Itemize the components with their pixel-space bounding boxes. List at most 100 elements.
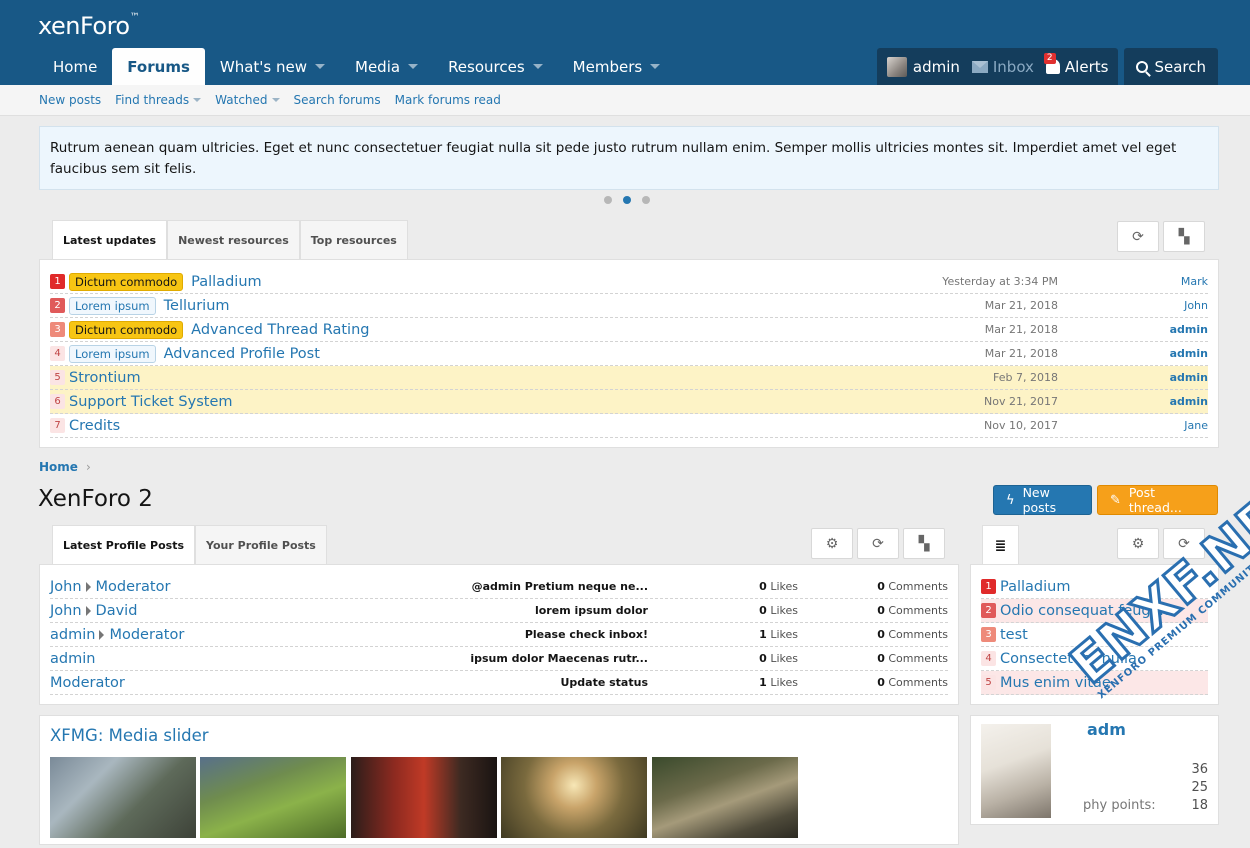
resource-author-link[interactable]: John (1184, 299, 1208, 312)
profile-post-author-link[interactable]: John (50, 579, 82, 595)
refresh-button[interactable]: ⟳ (857, 528, 899, 559)
breadcrumb-home[interactable]: Home (39, 460, 78, 474)
nav-tab-forums[interactable]: Forums (112, 48, 205, 85)
profile-post-message[interactable]: Update status (560, 676, 648, 689)
resource-title-link[interactable]: Palladium (191, 274, 261, 290)
resource-title-link[interactable]: Credits (69, 418, 120, 434)
nav-tab-resources[interactable]: Resources (433, 48, 558, 85)
resource-title-link[interactable]: Advanced Profile Post (164, 346, 320, 362)
resource-author-link[interactable]: Jane (1184, 419, 1208, 432)
profile-post-message[interactable]: Please check inbox! (525, 628, 648, 641)
resource-author-link[interactable]: admin (1170, 371, 1208, 384)
nav-tab-media[interactable]: Media (340, 48, 433, 85)
member-name[interactable]: adm (1087, 720, 1126, 739)
subnav-label: Search forums (293, 93, 381, 107)
prefix-label[interactable]: Lorem ipsum (69, 344, 156, 363)
resource-author-link[interactable]: admin (1170, 323, 1208, 336)
resource-title-link[interactable]: Tellurium (164, 298, 230, 314)
prefix-label[interactable]: Lorem ipsum (69, 296, 156, 315)
profile-post-target-link[interactable]: David (96, 603, 138, 619)
resource-author-link[interactable]: Mark (1181, 275, 1208, 288)
likes-value: 0 (759, 580, 767, 593)
gear-icon: ⚙ (825, 535, 839, 552)
post-thread-button[interactable]: ✎ Post thread... (1097, 485, 1218, 515)
profile-post-author-link[interactable]: admin (50, 651, 95, 667)
prefix-label[interactable]: Dictum commodo (69, 272, 184, 291)
profile-post-target-link[interactable]: Moderator (109, 627, 184, 643)
inbox-label: Inbox (992, 57, 1034, 76)
subnav-link[interactable]: Search forums (287, 93, 388, 107)
comments-label: Comments (888, 676, 948, 689)
subnav-link[interactable]: Mark forums read (388, 93, 508, 107)
chevron-down-icon[interactable] (408, 64, 419, 69)
subnav-link[interactable]: New posts (32, 93, 108, 107)
site-logo[interactable]: xenForo™ (38, 12, 140, 40)
inbox-link[interactable]: Inbox (966, 48, 1040, 85)
tab-newest-resources[interactable]: Newest resources (167, 220, 300, 260)
settings-button[interactable]: ⚙ (811, 528, 853, 559)
media-thumb[interactable] (351, 757, 497, 838)
tab-latest-updates[interactable]: Latest updates (52, 220, 168, 260)
pager-dot[interactable] (623, 196, 631, 204)
profile-post-message[interactable]: @admin Pretium neque ne... (472, 580, 648, 593)
side-list-item[interactable]: 5 Mus enim vitae (981, 671, 1208, 695)
nav-tab-home[interactable]: Home (38, 48, 112, 85)
layout-button[interactable]: ▚ (903, 528, 945, 559)
profile-post-message[interactable]: lorem ipsum dolor (535, 604, 648, 617)
refresh-button[interactable]: ⟳ (1117, 221, 1159, 252)
settings-button[interactable]: ⚙ (1117, 528, 1159, 559)
pager-dot[interactable] (642, 196, 650, 204)
profile-post-target-link[interactable]: Moderator (96, 579, 171, 595)
layout-button[interactable]: ▚ (1163, 221, 1205, 252)
profile-post-author-link[interactable]: John (50, 603, 82, 619)
profile-post-message[interactable]: ipsum dolor Maecenas rutr... (470, 652, 648, 665)
prefix-label[interactable]: Dictum commodo (69, 320, 184, 339)
search-button[interactable]: Search (1124, 48, 1218, 85)
side-list-item[interactable]: 3 test (981, 623, 1208, 647)
resource-author-link[interactable]: admin (1170, 395, 1208, 408)
tab-your-profile-posts[interactable]: Your Profile Posts (195, 525, 327, 565)
side-tab-list[interactable]: ≣ (982, 525, 1019, 565)
media-slider-block: XFMG: Media slider (39, 715, 959, 845)
side-list-item[interactable]: 2 Odio consequat feugiat (981, 599, 1208, 623)
media-thumb[interactable] (200, 757, 346, 838)
comments-count: 0 Comments (877, 604, 948, 617)
tab-top-resources[interactable]: Top resources (299, 220, 408, 260)
chevron-down-icon[interactable] (532, 64, 543, 69)
member-stat-value: 18 (1191, 798, 1208, 813)
side-list-item[interactable]: 1 Palladium (981, 575, 1208, 599)
media-thumb[interactable] (652, 757, 798, 838)
caret-right-icon (85, 581, 91, 592)
side-list-title: Palladium (1000, 578, 1071, 595)
nav-tab-members[interactable]: Members (558, 48, 676, 85)
resource-title-link[interactable]: Strontium (69, 370, 141, 386)
media-thumb[interactable] (501, 757, 647, 838)
profile-post-author-link[interactable]: admin (50, 627, 95, 643)
subnav-link[interactable]: Watched (208, 93, 286, 107)
tab-latest-profile-posts[interactable]: Latest Profile Posts (52, 525, 196, 565)
profile-post-author-link[interactable]: Moderator (50, 675, 125, 691)
nav-tab-what-s-new[interactable]: What's new (205, 48, 340, 85)
media-slider-title[interactable]: XFMG: Media slider (50, 726, 209, 745)
resource-row: 2 Lorem ipsum Tellurium Mar 21, 2018 John (50, 294, 1208, 318)
chevron-down-icon[interactable] (650, 64, 661, 69)
chevron-down-icon[interactable] (271, 98, 280, 102)
refresh-icon: ⟳ (1132, 228, 1144, 245)
side-list-item[interactable]: 4 Consectetuer nulla (981, 647, 1208, 671)
resource-author-link[interactable]: admin (1170, 347, 1208, 360)
chevron-down-icon[interactable] (193, 98, 202, 102)
member-avatar[interactable] (981, 724, 1051, 818)
chevron-down-icon[interactable] (315, 64, 325, 69)
media-thumb[interactable] (50, 757, 196, 838)
refresh-button[interactable]: ⟳ (1163, 528, 1205, 559)
alerts-link[interactable]: 2 Alerts (1040, 48, 1115, 85)
pager-dot[interactable] (604, 196, 612, 204)
new-posts-button[interactable]: ϟ New posts (993, 485, 1092, 515)
subnav-link[interactable]: Find threads (108, 93, 208, 107)
edit-icon: ✎ (1110, 492, 1121, 508)
resource-title-link[interactable]: Advanced Thread Rating (191, 322, 369, 338)
rank-badge: 7 (50, 418, 65, 433)
resource-title-link[interactable]: Support Ticket System (69, 394, 233, 410)
comments-count: 0 Comments (877, 580, 948, 593)
account-link[interactable]: admin (881, 48, 966, 85)
